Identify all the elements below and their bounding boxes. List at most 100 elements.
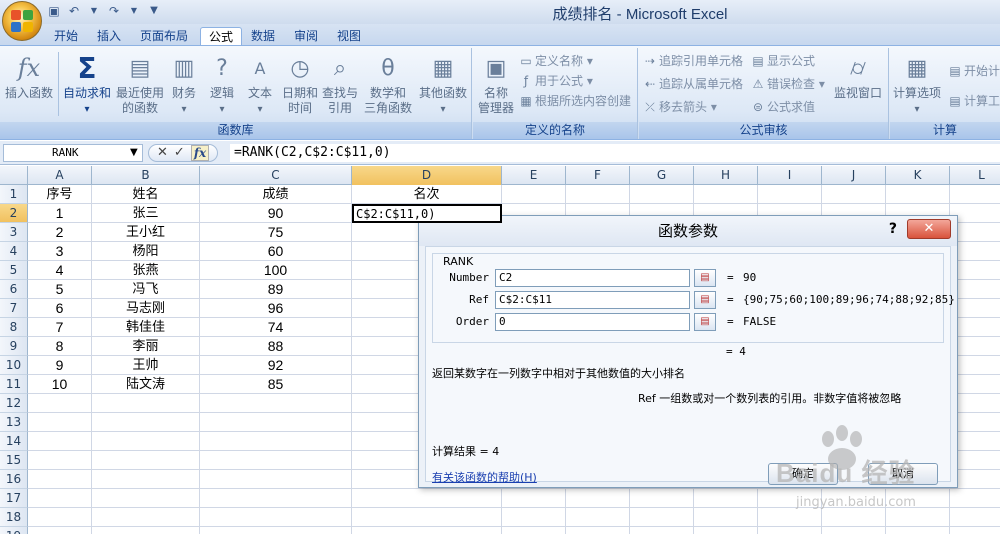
range-picker-icon[interactable]: ▤: [694, 269, 716, 287]
row-header-13[interactable]: 13: [0, 413, 28, 432]
datetime-button[interactable]: ◷ 日期和 时间: [280, 52, 320, 116]
cell[interactable]: [502, 508, 566, 527]
row-header-18[interactable]: 18: [0, 508, 28, 527]
table-cell[interactable]: 60: [200, 242, 352, 261]
table-cell[interactable]: 杨阳: [92, 242, 200, 261]
cell[interactable]: [200, 451, 352, 470]
table-cell[interactable]: 92: [200, 356, 352, 375]
column-header-g[interactable]: G: [630, 166, 694, 185]
trace-dependents-button[interactable]: ⇠ 追踪从属单元格: [643, 75, 743, 93]
cell[interactable]: [694, 508, 758, 527]
table-cell[interactable]: 张三: [92, 204, 200, 223]
row-header-1[interactable]: 1: [0, 185, 28, 204]
cell[interactable]: [502, 527, 566, 534]
column-header-f[interactable]: F: [566, 166, 630, 185]
table-cell[interactable]: 马志刚: [92, 299, 200, 318]
ok-button[interactable]: 确定: [768, 463, 838, 485]
cell[interactable]: [28, 470, 92, 489]
error-checking-button[interactable]: ⚠ 错误检查 ▾: [751, 75, 825, 93]
cell[interactable]: [950, 508, 1000, 527]
row-header-7[interactable]: 7: [0, 299, 28, 318]
cell[interactable]: [566, 508, 630, 527]
row-header-12[interactable]: 12: [0, 394, 28, 413]
cell[interactable]: [92, 508, 200, 527]
cell[interactable]: [566, 489, 630, 508]
autosum-button[interactable]: Σ 自动求和 ▾: [60, 52, 114, 117]
logical-button[interactable]: ? 逻辑 ▾: [204, 52, 240, 117]
cell[interactable]: [758, 508, 822, 527]
cell[interactable]: [92, 470, 200, 489]
cell[interactable]: [758, 527, 822, 534]
table-cell[interactable]: 10: [28, 375, 92, 394]
row-header-9[interactable]: 9: [0, 337, 28, 356]
row-header-4[interactable]: 4: [0, 242, 28, 261]
column-header-c[interactable]: C: [200, 166, 352, 185]
cell[interactable]: [92, 451, 200, 470]
table-cell[interactable]: 85: [200, 375, 352, 394]
select-all-corner[interactable]: [0, 166, 28, 185]
cell[interactable]: [92, 432, 200, 451]
insert-function-icon[interactable]: fx: [190, 145, 210, 161]
calculate-now-button[interactable]: ▤ 开始计: [948, 62, 1000, 80]
table-cell[interactable]: 7: [28, 318, 92, 337]
calculate-sheet-button[interactable]: ▤ 计算工: [948, 92, 1000, 110]
table-cell[interactable]: 张燕: [92, 261, 200, 280]
table-cell[interactable]: 韩佳佳: [92, 318, 200, 337]
lookup-reference-button[interactable]: ⌕ 查找与 引用: [320, 52, 360, 116]
table-cell[interactable]: 5: [28, 280, 92, 299]
arg-input-number[interactable]: C2: [495, 269, 690, 287]
text-functions-button[interactable]: A 文本 ▾: [242, 52, 278, 117]
table-cell[interactable]: 74: [200, 318, 352, 337]
cell[interactable]: [630, 527, 694, 534]
cell[interactable]: [950, 489, 1000, 508]
cell[interactable]: [822, 185, 886, 204]
header-cell[interactable]: 成绩: [200, 185, 352, 204]
table-cell[interactable]: 75: [200, 223, 352, 242]
cell[interactable]: [758, 185, 822, 204]
office-button[interactable]: [2, 1, 42, 41]
table-cell[interactable]: 89: [200, 280, 352, 299]
row-header-2[interactable]: 2: [0, 204, 28, 223]
cell[interactable]: [950, 527, 1000, 534]
cell[interactable]: [28, 432, 92, 451]
cell[interactable]: [630, 489, 694, 508]
math-trig-button[interactable]: θ 数学和 三角函数: [360, 52, 416, 116]
tab-home[interactable]: 开始: [46, 27, 86, 46]
financial-button[interactable]: ▥ 财务 ▾: [166, 52, 202, 117]
header-cell[interactable]: 姓名: [92, 185, 200, 204]
cell[interactable]: [200, 527, 352, 534]
table-cell[interactable]: 4: [28, 261, 92, 280]
confirm-edit-icon[interactable]: ✓: [174, 145, 185, 161]
cell[interactable]: [352, 508, 502, 527]
cell[interactable]: [352, 489, 502, 508]
cell[interactable]: [886, 185, 950, 204]
column-header-b[interactable]: B: [92, 166, 200, 185]
cell[interactable]: [28, 508, 92, 527]
more-functions-button[interactable]: ▦ 其他函数 ▾: [416, 52, 470, 117]
cell[interactable]: [200, 394, 352, 413]
function-help-link[interactable]: 有关该函数的帮助(H): [432, 469, 537, 485]
cell[interactable]: [822, 489, 886, 508]
cell[interactable]: [200, 432, 352, 451]
cell[interactable]: [92, 413, 200, 432]
row-header-16[interactable]: 16: [0, 470, 28, 489]
row-header-5[interactable]: 5: [0, 261, 28, 280]
cell[interactable]: [28, 394, 92, 413]
cell[interactable]: [92, 394, 200, 413]
cell[interactable]: [502, 185, 566, 204]
row-header-3[interactable]: 3: [0, 223, 28, 242]
cell[interactable]: [566, 527, 630, 534]
define-name-button[interactable]: ▭ 定义名称 ▾: [519, 52, 593, 70]
name-box[interactable]: RANK: [3, 144, 143, 162]
tab-view[interactable]: 视图: [329, 27, 369, 46]
column-header-e[interactable]: E: [502, 166, 566, 185]
use-in-formula-button[interactable]: ƒ 用于公式 ▾: [519, 72, 593, 90]
cell[interactable]: [502, 489, 566, 508]
table-cell[interactable]: 88: [200, 337, 352, 356]
row-header-8[interactable]: 8: [0, 318, 28, 337]
column-header-d[interactable]: D: [352, 166, 502, 185]
tab-formulas[interactable]: 公式: [200, 27, 243, 46]
cell[interactable]: [28, 527, 92, 534]
table-cell[interactable]: 陆文涛: [92, 375, 200, 394]
range-picker-icon[interactable]: ▤: [694, 313, 716, 331]
